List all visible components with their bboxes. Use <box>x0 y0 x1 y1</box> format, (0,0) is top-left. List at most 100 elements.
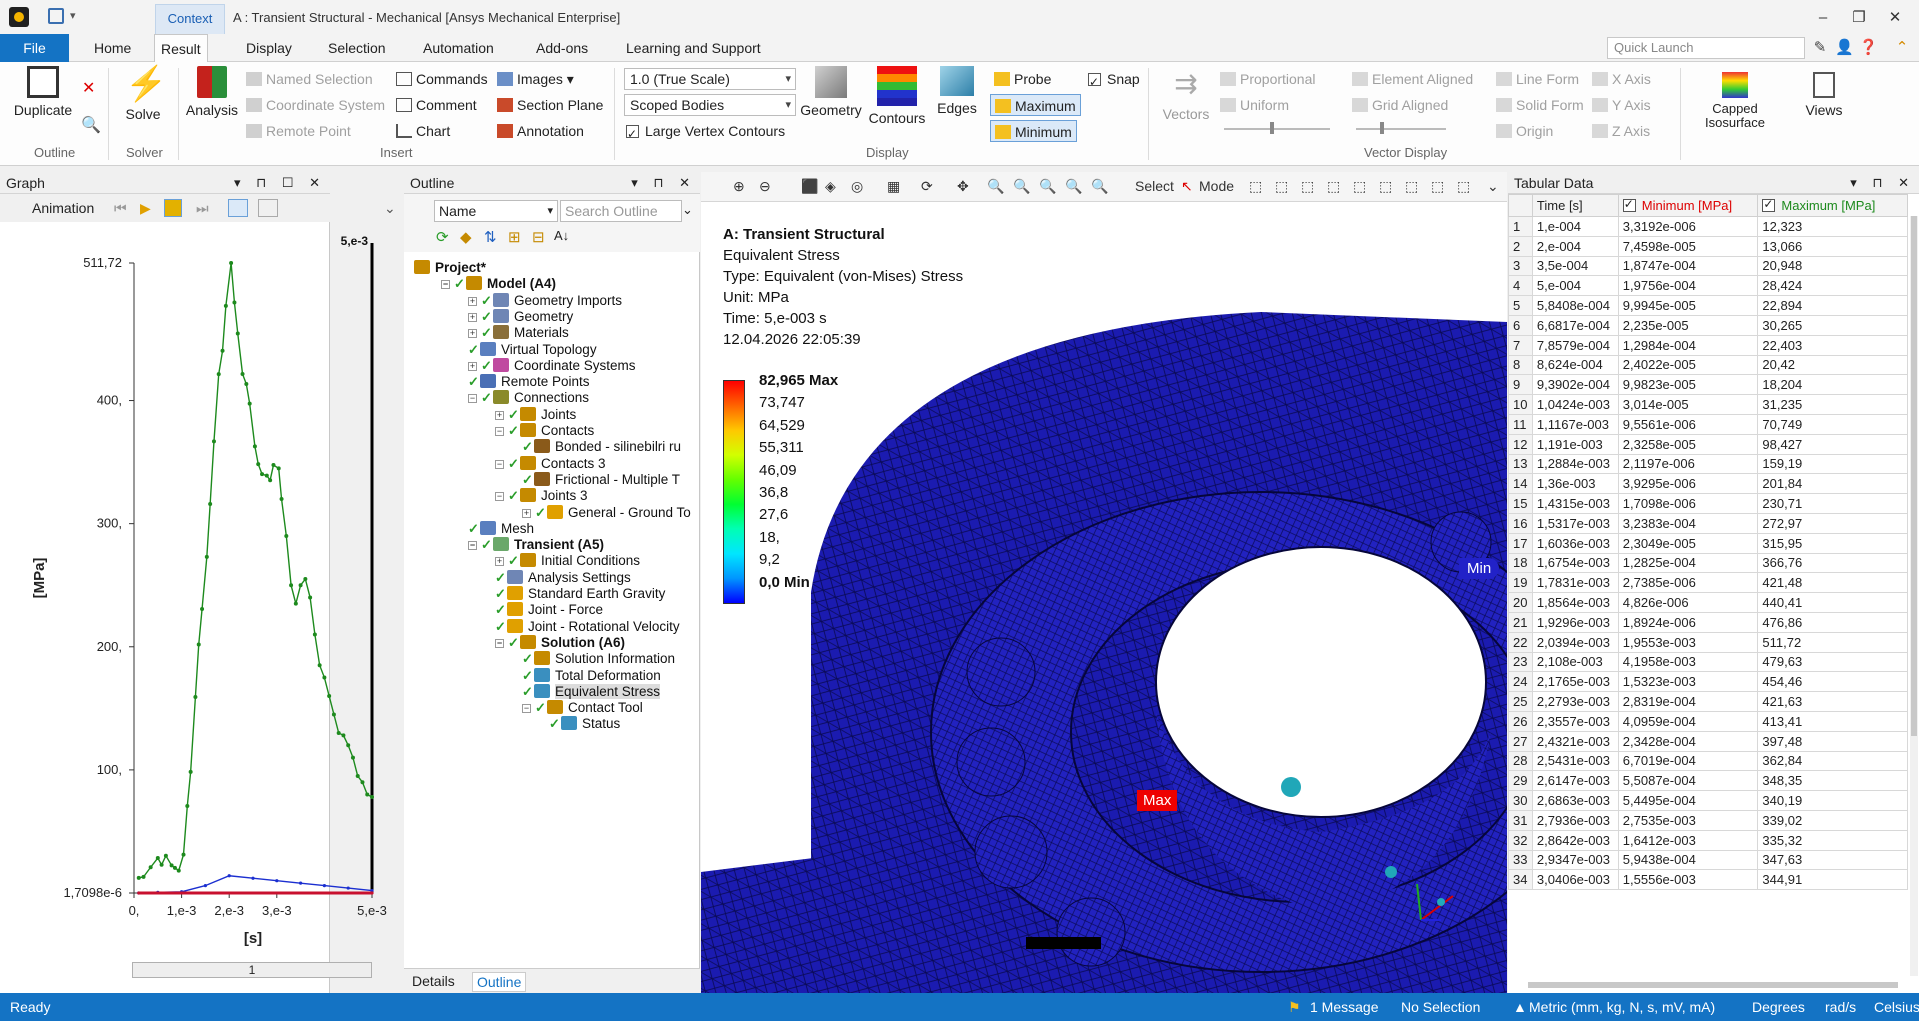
panel-controls-icon[interactable]: ▾ ⊓ ✕ <box>1850 172 1915 194</box>
time-slider[interactable]: 1 <box>132 962 372 978</box>
snap-checkbox[interactable]: Snap <box>1088 68 1140 93</box>
minimum-cell[interactable]: 6,7019e-004 <box>1617 750 1759 772</box>
maximum-cell[interactable]: 348,35 <box>1757 770 1908 792</box>
time-cell[interactable]: 1,36e-003 <box>1531 473 1619 495</box>
minimum-cell[interactable]: 2,7385e-006 <box>1617 572 1759 594</box>
maximum-cell[interactable]: 511,72 <box>1757 631 1908 653</box>
collapse-icon[interactable]: ⊟ <box>532 228 545 246</box>
row-number-cell[interactable]: 26 <box>1508 710 1533 732</box>
contours-button[interactable]: Contours <box>866 66 928 126</box>
node-select-icon[interactable]: ⬚ <box>1379 178 1392 195</box>
element-select-icon[interactable]: ⬚ <box>1405 178 1418 195</box>
shaded-view-icon[interactable]: ◈ <box>825 178 836 195</box>
minimum-cell[interactable]: 1,9756e-004 <box>1617 275 1759 297</box>
time-cell[interactable]: 2,1765e-003 <box>1531 671 1619 693</box>
minimum-button[interactable]: Minimum <box>990 120 1077 142</box>
time-cell[interactable]: 9,3902e-004 <box>1531 374 1619 396</box>
tab-learning-support[interactable]: Learning and Support <box>620 34 767 62</box>
section-plane-button[interactable]: Section Plane <box>497 94 603 116</box>
row-number-cell[interactable]: 13 <box>1508 453 1533 475</box>
table-row[interactable]: 19 1,7831e-003 2,7385e-006 421,48 <box>1508 572 1908 594</box>
table-row[interactable]: 24 2,1765e-003 1,5323e-003 454,46 <box>1508 671 1908 693</box>
time-cell[interactable]: 2,5431e-003 <box>1531 750 1619 772</box>
table-row[interactable]: 7 7,8579e-004 1,2984e-004 22,403 <box>1508 334 1908 356</box>
mode-menu[interactable]: Mode <box>1199 178 1234 194</box>
maximum-cell[interactable]: 421,63 <box>1757 691 1908 712</box>
previous-view-icon[interactable]: 🔍 <box>1091 178 1108 195</box>
row-number-cell[interactable]: 17 <box>1508 532 1533 554</box>
expand-toggle-icon[interactable]: − <box>495 459 504 469</box>
expand-toggle-icon[interactable]: + <box>468 329 477 339</box>
maximum-cell[interactable]: 22,894 <box>1757 295 1908 316</box>
pan-icon[interactable]: ✥ <box>957 178 969 195</box>
table-row[interactable]: 27 2,4321e-003 2,3428e-004 397,48 <box>1508 730 1908 752</box>
table-row[interactable]: 22 2,0394e-003 1,9553e-003 511,72 <box>1508 631 1908 653</box>
checkbox[interactable] <box>1088 71 1101 93</box>
expand-toggle-icon[interactable]: − <box>468 394 477 404</box>
tab-automation[interactable]: Automation <box>417 34 500 62</box>
table-row[interactable]: 20 1,8564e-003 4,826e-006 440,41 <box>1508 592 1908 613</box>
display-options-icon[interactable]: ▦ <box>887 178 900 195</box>
maximum-cell[interactable]: 479,63 <box>1757 651 1908 673</box>
coordinate-system-button[interactable]: Coordinate System <box>246 94 385 116</box>
uniform-button[interactable]: Uniform <box>1220 94 1289 116</box>
time-cell[interactable]: 2,6147e-003 <box>1531 770 1619 792</box>
expand-toggle-icon[interactable]: + <box>495 557 504 567</box>
expand-all-icon[interactable]: ⊞ <box>508 228 521 246</box>
table-row[interactable]: 33 2,9347e-003 5,9438e-004 347,63 <box>1508 849 1908 871</box>
horizontal-scrollbar[interactable] <box>1528 982 1898 988</box>
table-row[interactable]: 6 6,6817e-004 2,235e-005 30,265 <box>1508 314 1908 336</box>
remote-point-button[interactable]: Remote Point <box>246 120 351 142</box>
search-icon[interactable]: 🔍 <box>81 115 101 135</box>
slider-thumb[interactable] <box>1380 122 1384 134</box>
table-row[interactable]: 25 2,2793e-003 2,8319e-004 421,63 <box>1508 691 1908 712</box>
extend-selection-icon[interactable]: ⬚ <box>1457 178 1470 195</box>
row-number-cell[interactable]: 29 <box>1508 770 1533 792</box>
time-cell[interactable]: 2,9347e-003 <box>1531 849 1619 871</box>
named-selection-button[interactable]: Named Selection <box>246 68 373 90</box>
rotational-velocity-unit[interactable]: rad/s <box>1825 993 1856 1021</box>
maximum-cell[interactable]: 440,41 <box>1757 592 1908 613</box>
maximum-cell[interactable]: 340,19 <box>1757 790 1908 811</box>
minimum-cell[interactable]: 1,2984e-004 <box>1617 334 1759 356</box>
message-icon[interactable]: ⚑ <box>1288 993 1301 1021</box>
table-row[interactable]: 23 2,108e-003 4,1958e-003 479,63 <box>1508 651 1908 673</box>
minimum-cell[interactable]: 2,3258e-005 <box>1617 433 1759 455</box>
distributed-frames-icon[interactable] <box>228 199 248 217</box>
tag-icon[interactable]: ◆ <box>460 228 472 246</box>
row-number-cell[interactable]: 7 <box>1508 334 1533 356</box>
maximum-cell[interactable]: 230,71 <box>1757 493 1908 514</box>
maximum-column-header[interactable]: Maximum [MPa] <box>1757 194 1908 217</box>
row-number-cell[interactable]: 18 <box>1508 552 1533 574</box>
maximum-cell[interactable]: 344,91 <box>1757 869 1908 891</box>
restore-icon[interactable]: ❐ <box>1841 6 1877 30</box>
minimum-cell[interactable]: 1,5323e-003 <box>1617 671 1759 693</box>
temperature-unit[interactable]: Celsius <box>1874 993 1919 1021</box>
time-cell[interactable]: 5,8408e-004 <box>1531 295 1619 316</box>
row-number-cell[interactable]: 19 <box>1508 572 1533 594</box>
sort-icon[interactable]: ⇅ <box>484 228 497 246</box>
time-cell[interactable]: 8,624e-004 <box>1531 354 1619 376</box>
tab-file[interactable]: File <box>0 34 69 62</box>
x-axis-button[interactable]: X Axis <box>1592 68 1651 90</box>
tab-home[interactable]: Home <box>88 34 137 62</box>
row-number-cell[interactable]: 4 <box>1508 275 1533 297</box>
line-form-button[interactable]: Line Form <box>1496 68 1579 90</box>
geometry-button[interactable]: Geometry <box>800 66 862 118</box>
maximum-cell[interactable]: 272,97 <box>1757 512 1908 534</box>
row-number-cell[interactable]: 1 <box>1508 216 1533 237</box>
analysis-button[interactable]: Analysis <box>182 66 242 118</box>
maximum-cell[interactable]: 18,204 <box>1757 374 1908 396</box>
row-number-cell[interactable]: 28 <box>1508 750 1533 772</box>
maximum-cell[interactable]: 397,48 <box>1757 730 1908 752</box>
grid-density-slider[interactable] <box>1356 128 1446 130</box>
table-row[interactable]: 13 1,2884e-003 2,1197e-006 159,19 <box>1508 453 1908 475</box>
minimum-cell[interactable]: 2,3049e-005 <box>1617 532 1759 554</box>
time-cell[interactable]: 5,e-004 <box>1531 275 1619 297</box>
time-cell[interactable]: 2,108e-003 <box>1531 651 1619 673</box>
time-cell[interactable]: 1,6754e-003 <box>1531 552 1619 574</box>
tab-details[interactable]: Details <box>408 972 459 990</box>
minimum-cell[interactable]: 4,1958e-003 <box>1617 651 1759 673</box>
units-toggle-icon[interactable]: ▲ <box>1513 993 1527 1021</box>
table-row[interactable]: 30 2,6863e-003 5,4495e-004 340,19 <box>1508 790 1908 811</box>
